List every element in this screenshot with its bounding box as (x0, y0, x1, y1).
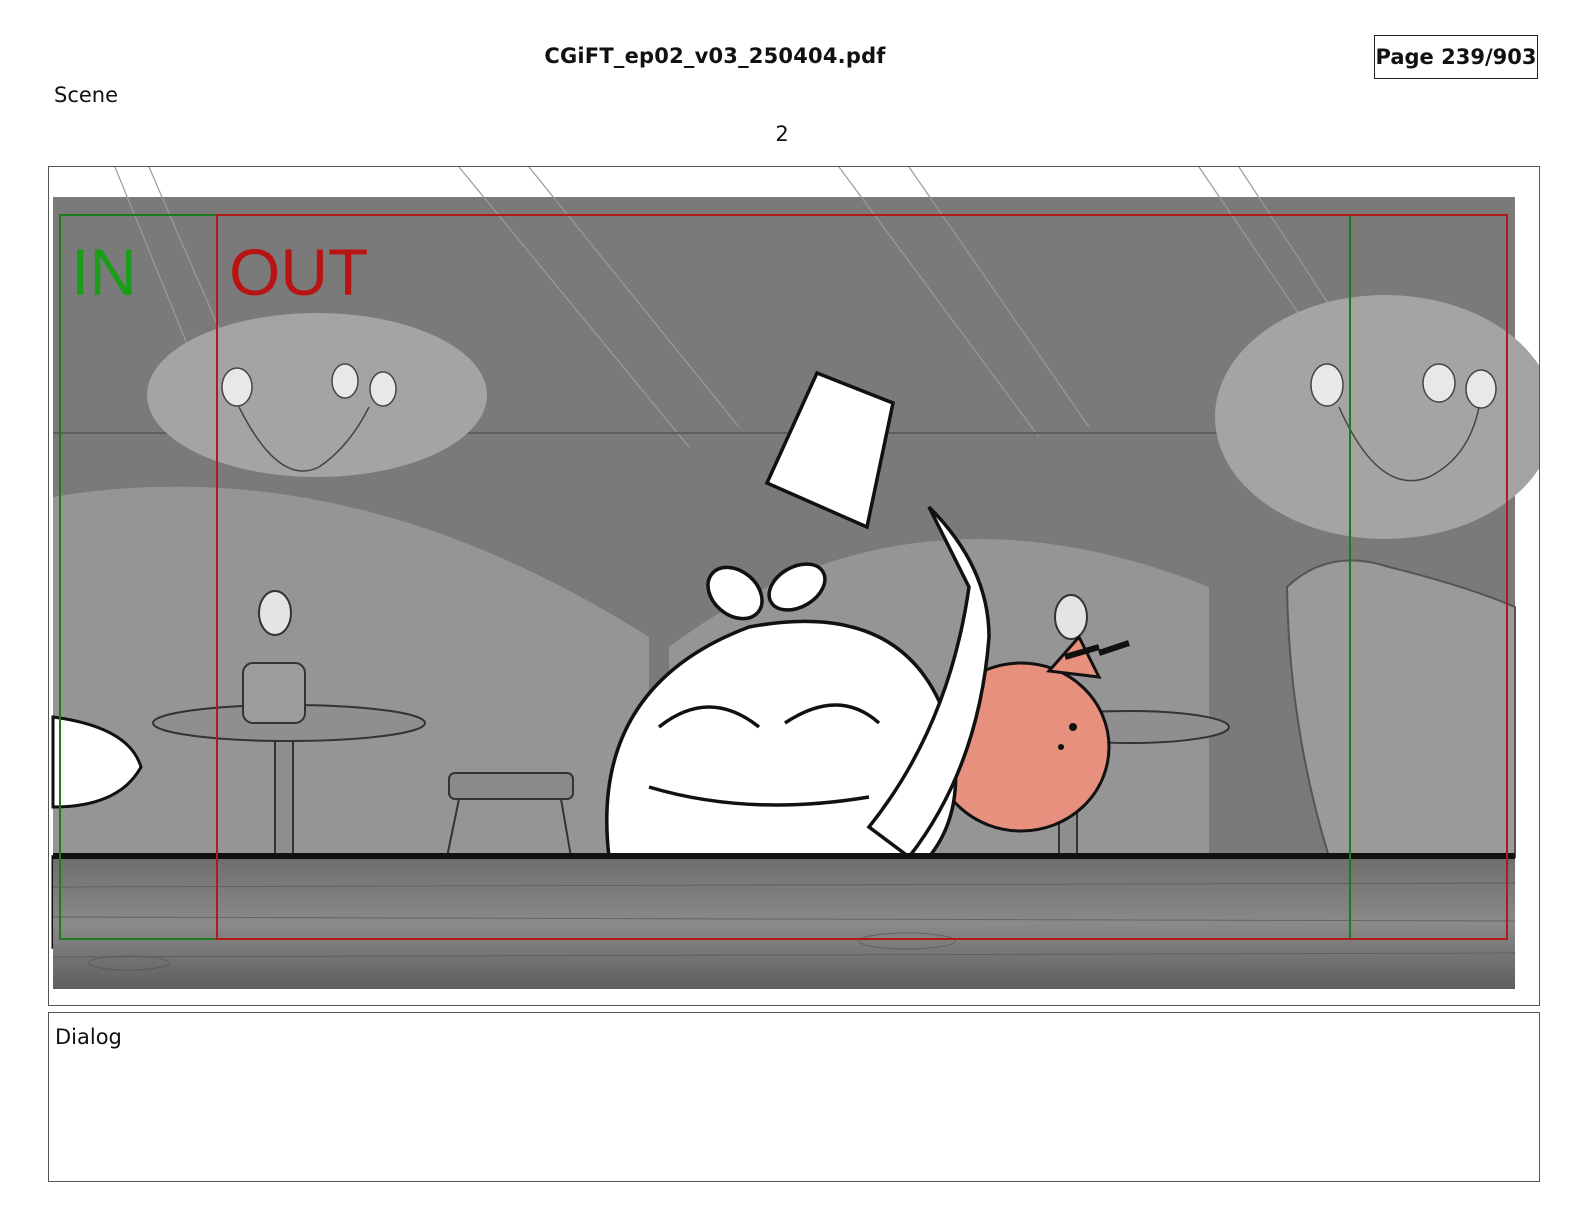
bar-counter-edge (53, 853, 1515, 859)
dialog-label: Dialog (55, 1025, 122, 1049)
panel-artwork: IN OUT (51, 167, 1539, 989)
in-label: IN (71, 235, 137, 309)
storyboard-panel: IN OUT (48, 166, 1540, 1006)
scene-label: Scene (54, 83, 119, 107)
light-pool-right (1215, 295, 1539, 539)
armchair (1285, 559, 1516, 858)
page-indicator: Page 239/903 (1374, 35, 1538, 79)
bar-counter (53, 859, 1515, 989)
document-title: CGiFT_ep02_v03_250404.pdf (544, 44, 886, 68)
light-pool-left (147, 313, 487, 477)
scene-number: 2 (775, 122, 789, 146)
dialog-box: Dialog (48, 1012, 1540, 1182)
out-label: OUT (229, 235, 368, 309)
